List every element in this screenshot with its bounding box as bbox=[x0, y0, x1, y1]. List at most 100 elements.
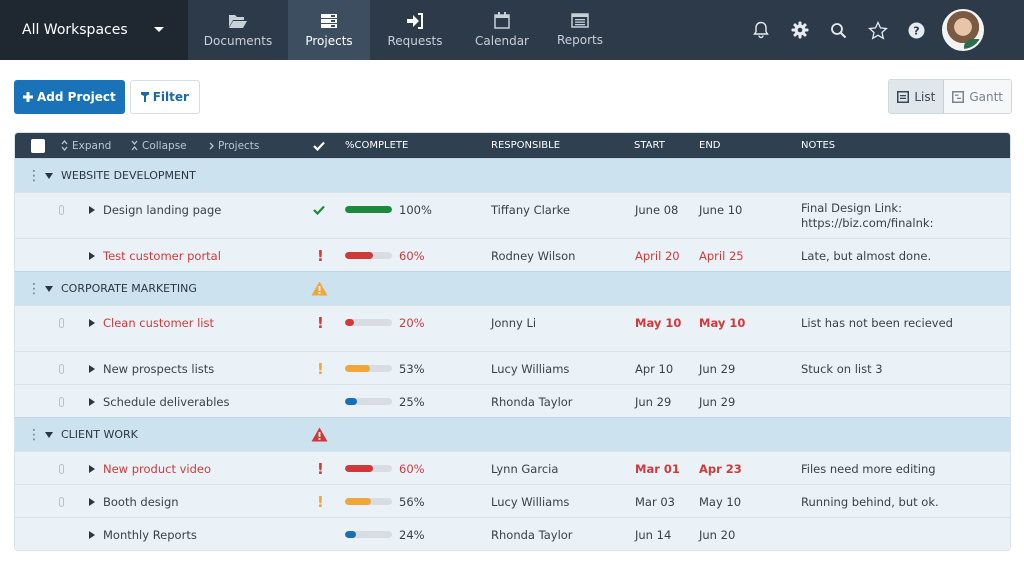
notes-text[interactable]: Stuck on list 3 bbox=[801, 362, 883, 377]
end-date[interactable]: May 10 bbox=[699, 485, 741, 518]
favorites-button[interactable] bbox=[858, 10, 897, 50]
group-toggle[interactable] bbox=[45, 272, 53, 305]
projects-breadcrumb[interactable]: Projects bbox=[209, 133, 259, 158]
end-date[interactable]: Jun 29 bbox=[699, 352, 735, 385]
nav-documents[interactable]: Documents bbox=[188, 0, 288, 60]
responsible-name[interactable]: Lynn Garcia bbox=[491, 452, 558, 485]
row-expand-toggle[interactable] bbox=[89, 306, 95, 339]
nav-projects[interactable]: Projects bbox=[288, 0, 370, 60]
responsible-name[interactable]: Lucy Williams bbox=[491, 485, 569, 518]
attachment-icon[interactable] bbox=[59, 352, 64, 385]
caret-down-icon bbox=[45, 172, 53, 179]
notifications-button[interactable] bbox=[741, 10, 780, 50]
filter-button[interactable]: Filter bbox=[129, 80, 200, 114]
table-row[interactable]: New prospects lists! 53% Lucy Williams Apr … bbox=[15, 351, 1010, 384]
task-name[interactable]: New product video bbox=[103, 452, 211, 485]
end-date[interactable]: June 10 bbox=[699, 193, 742, 226]
workspace-selector[interactable]: All Workspaces bbox=[0, 0, 188, 60]
settings-button[interactable] bbox=[780, 10, 819, 50]
table-row[interactable]: Design landing page 100% Tiffany Clarke Jun… bbox=[15, 192, 1010, 238]
start-date[interactable]: Mar 03 bbox=[635, 485, 675, 518]
attachment-icon[interactable] bbox=[59, 385, 64, 418]
nav-requests[interactable]: Requests bbox=[370, 0, 460, 60]
attachment-icon[interactable] bbox=[59, 193, 64, 226]
table-row[interactable]: Schedule deliverables 25% Rhonda Taylor Jun… bbox=[15, 384, 1010, 417]
search-icon bbox=[831, 22, 847, 38]
drag-handle-icon[interactable]: ⋮ bbox=[27, 272, 41, 305]
row-expand-toggle[interactable] bbox=[89, 352, 95, 385]
responsible-name[interactable]: Jonny Li bbox=[491, 306, 536, 339]
nav-calendar[interactable]: Calendar bbox=[460, 0, 544, 60]
nav-reports[interactable]: Reports bbox=[544, 0, 616, 60]
drag-handle-icon[interactable]: ⋮ bbox=[27, 159, 41, 192]
notes-text[interactable]: List has not been recieved bbox=[801, 316, 953, 331]
group-row[interactable]: ⋮ CLIENT WORK bbox=[15, 417, 1010, 451]
collapse-all-button[interactable]: Collapse bbox=[131, 133, 187, 158]
row-expand-toggle[interactable] bbox=[89, 485, 95, 518]
start-date[interactable]: Jun 29 bbox=[635, 385, 671, 418]
table-row[interactable]: Monthly Reports 24% Rhonda Taylor Jun 14 Jun… bbox=[15, 517, 1010, 550]
task-name[interactable]: Test customer portal bbox=[103, 239, 221, 272]
column-header-notes[interactable]: NOTES bbox=[801, 133, 835, 158]
table-row[interactable]: New product video! 60% Lynn Garcia Mar 01 Ap… bbox=[15, 451, 1010, 484]
notes-text[interactable]: Late, but almost done. bbox=[801, 249, 931, 264]
responsible-name[interactable]: Rhonda Taylor bbox=[491, 518, 573, 550]
start-date[interactable]: May 10 bbox=[635, 306, 681, 339]
table-row[interactable]: Test customer portal! 60% Rodney Wilson Apr… bbox=[15, 238, 1010, 271]
group-toggle[interactable] bbox=[45, 159, 53, 192]
row-expand-toggle[interactable] bbox=[89, 385, 95, 418]
user-avatar[interactable] bbox=[942, 9, 984, 51]
search-button[interactable] bbox=[819, 10, 858, 50]
row-expand-toggle[interactable] bbox=[89, 452, 95, 485]
group-toggle[interactable] bbox=[45, 418, 53, 451]
column-header-complete[interactable]: %COMPLETE bbox=[345, 133, 408, 158]
end-date[interactable]: Jun 20 bbox=[699, 518, 735, 550]
notes-text[interactable]: Running behind, but ok. bbox=[801, 495, 939, 510]
end-date[interactable]: April 25 bbox=[699, 239, 744, 272]
task-name[interactable]: Schedule deliverables bbox=[103, 385, 229, 418]
start-date[interactable]: Mar 01 bbox=[635, 452, 680, 485]
group-row[interactable]: ⋮ WEBSITE DEVELOPMENT bbox=[15, 158, 1010, 192]
attachment-icon[interactable] bbox=[59, 306, 64, 339]
task-name[interactable]: Booth design bbox=[103, 485, 179, 518]
responsible-name[interactable]: Lucy Williams bbox=[491, 352, 569, 385]
expand-all-button[interactable]: Expand bbox=[61, 133, 111, 158]
gantt-view-button[interactable]: Gantt bbox=[944, 80, 1011, 113]
start-date[interactable]: Jun 14 bbox=[635, 518, 671, 550]
select-all-checkbox[interactable] bbox=[31, 138, 45, 153]
add-project-button[interactable]: Add Project bbox=[14, 80, 125, 114]
column-header-start[interactable]: START bbox=[634, 133, 665, 158]
task-name[interactable]: Design landing page bbox=[103, 193, 221, 226]
responsible-name[interactable]: Tiffany Clarke bbox=[491, 193, 570, 226]
start-date[interactable]: June 08 bbox=[635, 193, 678, 226]
row-expand-toggle[interactable] bbox=[89, 518, 95, 550]
table-row[interactable]: Booth design! 56% Lucy Williams Mar 03 May 1… bbox=[15, 484, 1010, 517]
responsible-name[interactable]: Rhonda Taylor bbox=[491, 385, 573, 418]
start-date[interactable]: April 20 bbox=[635, 239, 680, 272]
end-date[interactable]: May 10 bbox=[699, 306, 745, 339]
table-row[interactable]: Clean customer list! 20% Jonny Li May 10 May… bbox=[15, 305, 1010, 351]
drag-handle-icon[interactable]: ⋮ bbox=[27, 418, 41, 451]
end-date[interactable]: Apr 23 bbox=[699, 452, 742, 485]
help-button[interactable]: ? bbox=[897, 10, 936, 50]
svg-text:?: ? bbox=[913, 24, 919, 37]
responsible-name[interactable]: Rodney Wilson bbox=[491, 239, 575, 272]
notes-text[interactable]: Final Design Link: https://biz.com/finaln… bbox=[801, 201, 933, 231]
view-toggle: List Gantt bbox=[888, 79, 1012, 114]
task-name[interactable]: Monthly Reports bbox=[103, 518, 197, 550]
attachment-icon[interactable] bbox=[59, 452, 64, 485]
percent-complete: 53% bbox=[399, 361, 425, 376]
column-header-end[interactable]: END bbox=[699, 133, 721, 158]
row-expand-toggle[interactable] bbox=[89, 193, 95, 226]
row-expand-toggle[interactable] bbox=[89, 239, 95, 272]
start-date[interactable]: Apr 10 bbox=[635, 352, 673, 385]
group-row[interactable]: ⋮ CORPORATE MARKETING bbox=[15, 271, 1010, 305]
task-name[interactable]: Clean customer list bbox=[103, 306, 214, 339]
task-name[interactable]: New prospects lists bbox=[103, 352, 214, 385]
caret-right-icon bbox=[89, 251, 95, 260]
attachment-icon[interactable] bbox=[59, 485, 64, 518]
notes-text[interactable]: Files need more editing bbox=[801, 462, 936, 477]
list-view-button[interactable]: List bbox=[889, 80, 945, 113]
end-date[interactable]: Jun 29 bbox=[699, 385, 735, 418]
column-header-responsible[interactable]: RESPONSIBLE bbox=[491, 133, 560, 158]
